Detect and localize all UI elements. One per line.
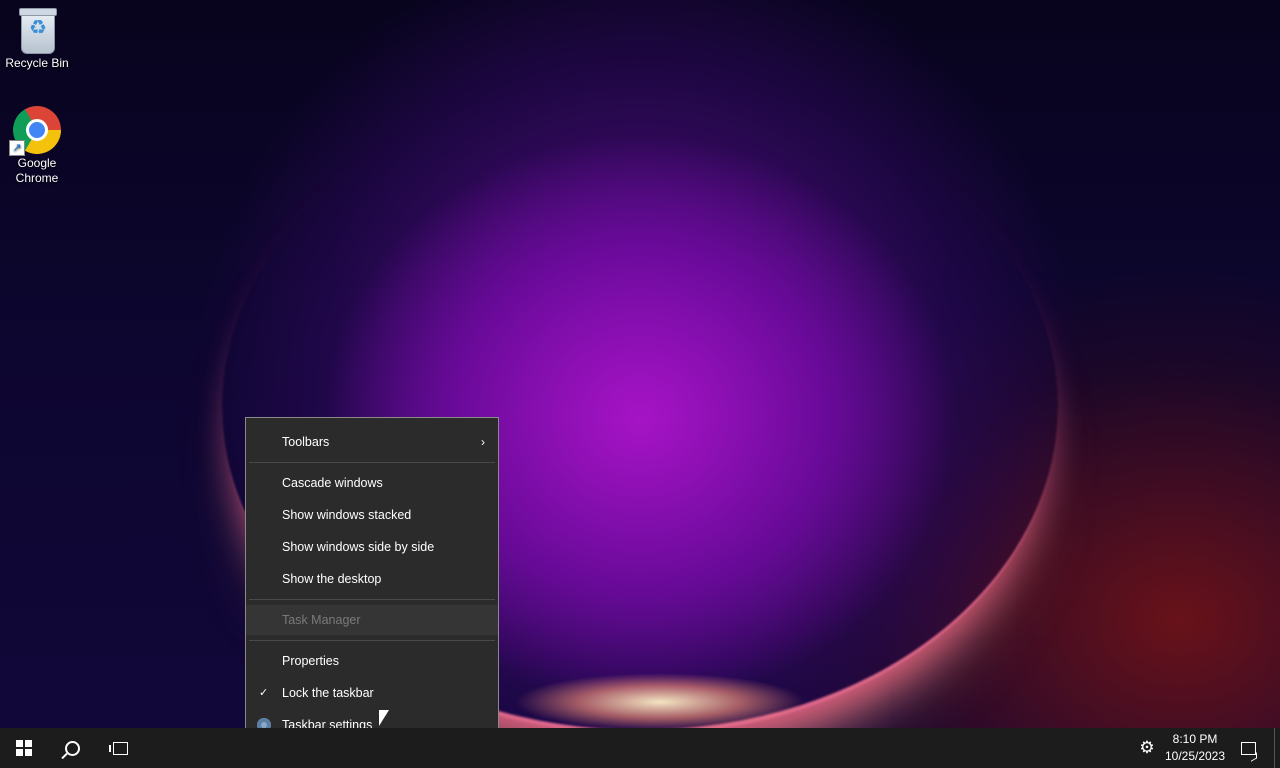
chevron-right-icon: › bbox=[481, 435, 485, 449]
clock-date: 10/25/2023 bbox=[1164, 749, 1226, 763]
start-button[interactable] bbox=[0, 728, 48, 768]
desktop-icon-recycle-bin[interactable]: ♻ Recycle Bin bbox=[1, 6, 73, 71]
taskbar-context-menu: Toolbars › Cascade windows Show windows … bbox=[245, 417, 499, 748]
task-view-icon bbox=[108, 741, 128, 755]
menu-item-label: Properties bbox=[282, 654, 339, 668]
menu-item-label: Show windows stacked bbox=[282, 508, 412, 522]
menu-item-label: Toolbars bbox=[282, 435, 330, 449]
task-view-button[interactable] bbox=[96, 728, 144, 768]
desktop-icon-google-chrome[interactable]: ↗ Google Chrome bbox=[1, 106, 73, 186]
menu-item-task-manager: Task Manager bbox=[246, 605, 498, 635]
menu-item-label: Cascade windows bbox=[282, 476, 383, 490]
menu-item-show-windows-stacked[interactable]: Show windows stacked bbox=[246, 500, 498, 530]
menu-item-label: Show windows side by side bbox=[282, 540, 435, 554]
menu-separator bbox=[249, 640, 495, 641]
recycle-bin-icon: ♻ bbox=[13, 6, 61, 54]
menu-item-label: Show the desktop bbox=[282, 572, 382, 586]
clock-time: 8:10 PM bbox=[1172, 732, 1218, 746]
tray-settings-icon[interactable]: ⚙ bbox=[1135, 728, 1159, 768]
search-button[interactable] bbox=[48, 728, 96, 768]
mouse-cursor-icon bbox=[379, 710, 389, 726]
action-center-button[interactable] bbox=[1236, 728, 1260, 768]
menu-item-label: Lock the taskbar bbox=[282, 686, 374, 700]
notification-icon bbox=[1240, 741, 1256, 755]
menu-item-show-the-desktop[interactable]: Show the desktop bbox=[246, 564, 498, 594]
menu-item-properties[interactable]: Properties bbox=[246, 646, 498, 676]
menu-item-cascade-windows[interactable]: Cascade windows bbox=[246, 468, 498, 498]
chrome-icon: ↗ bbox=[9, 106, 61, 156]
wallpaper-glow-bottom bbox=[480, 660, 840, 730]
menu-separator bbox=[249, 462, 495, 463]
taskbar: ⚙ 8:10 PM 10/25/2023 bbox=[0, 728, 1280, 768]
checkmark-icon: ✓ bbox=[259, 687, 269, 699]
search-icon bbox=[64, 740, 80, 756]
taskbar-clock[interactable]: 8:10 PM 10/25/2023 bbox=[1160, 731, 1230, 765]
menu-item-show-windows-side-by-side[interactable]: Show windows side by side bbox=[246, 532, 498, 562]
menu-item-lock-the-taskbar[interactable]: ✓ Lock the taskbar bbox=[246, 678, 498, 708]
menu-item-label: Task Manager bbox=[282, 613, 361, 627]
menu-separator bbox=[249, 599, 495, 600]
menu-item-toolbars[interactable]: Toolbars › bbox=[246, 427, 498, 457]
desktop-icon-label: Google Chrome bbox=[15, 156, 59, 185]
desktop-icon-label: Recycle Bin bbox=[5, 56, 69, 70]
show-desktop-button[interactable] bbox=[1274, 728, 1280, 768]
start-icon bbox=[16, 740, 32, 756]
shortcut-arrow-icon: ↗ bbox=[9, 140, 25, 156]
